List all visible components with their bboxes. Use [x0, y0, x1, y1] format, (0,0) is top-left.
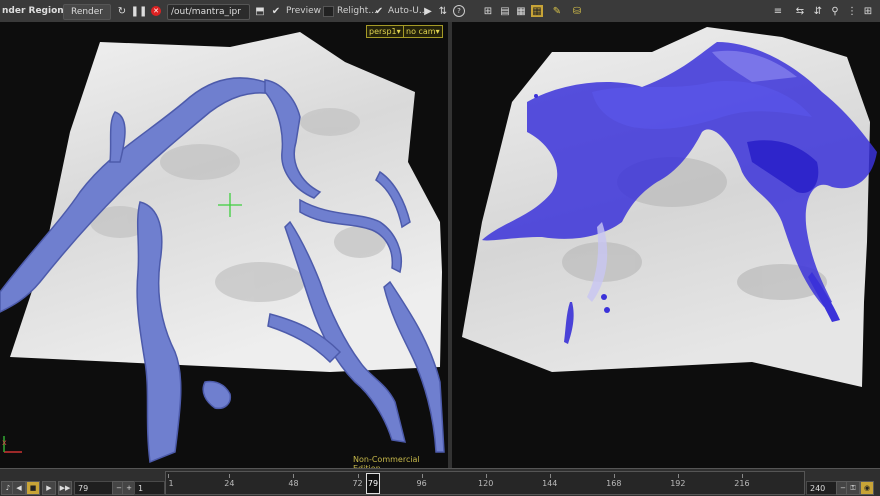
cam-menu[interactable]: no cam▾: [403, 25, 443, 38]
right-viewport[interactable]: [452, 22, 880, 468]
output-path-field[interactable]: /out/mantra_ipr: [167, 4, 250, 20]
timeline-tick-label: 96: [416, 479, 427, 488]
start-frame-field[interactable]: 1: [134, 481, 165, 495]
timeline-tick-label: 144: [542, 479, 558, 488]
timeline-tick-label: 1: [168, 479, 174, 488]
render-button[interactable]: Render: [63, 4, 111, 20]
snapshot-icon[interactable]: ⬒: [254, 5, 266, 17]
help-icon[interactable]: ?: [453, 5, 465, 17]
autoupdate-check-icon[interactable]: ✔: [373, 5, 385, 17]
step-back-icon[interactable]: ◀: [12, 481, 26, 495]
end-frame-field[interactable]: 240: [806, 481, 837, 495]
play-icon[interactable]: ▶: [42, 481, 56, 495]
timeline-tick-mark: [741, 474, 743, 478]
timeline-tick-label: 24: [224, 479, 235, 488]
menu-icon[interactable]: ≡: [772, 5, 784, 17]
timeline-tick-mark: [613, 474, 615, 478]
timeline-tick-label: 168: [606, 479, 622, 488]
timeline-tick-mark: [229, 474, 231, 478]
timeline-tick-label: 216: [734, 479, 750, 488]
timeline-tick-mark: [677, 474, 679, 478]
stop-icon[interactable]: ✕: [150, 5, 162, 17]
timeline-bar: ♪ ◀ ■ ▶ ▶▶ 79 − + 1 1 24 48 72 96 120 144 168 19…: [0, 468, 880, 496]
sort-icon[interactable]: ⇅: [437, 5, 449, 17]
timeline-tick-label: 48: [288, 479, 299, 488]
right-render-canvas: [462, 27, 877, 387]
left-viewport[interactable]: persp1▾ no cam▾ x Non-Commercial Edition: [0, 22, 448, 468]
options-icon[interactable]: ⋮: [846, 5, 858, 17]
sort-az-icon[interactable]: ⇵: [812, 5, 824, 17]
timeline-tick-mark: [421, 474, 423, 478]
pause-icon[interactable]: ❚❚: [131, 5, 148, 17]
grid-options-icon[interactable]: ⊞: [862, 5, 874, 17]
list-icon[interactable]: ▤: [499, 5, 511, 17]
filter-icon[interactable]: ⚲: [829, 5, 841, 17]
grid-icon[interactable]: ▦: [515, 5, 527, 17]
hierarchy-icon[interactable]: ⊞: [482, 5, 494, 17]
timeline-tick-label: 72: [352, 479, 363, 488]
storage-icon[interactable]: ⛁: [571, 5, 583, 17]
timeline-track[interactable]: 1 24 48 72 96 120 144 168 192 216 79: [165, 471, 805, 495]
refresh-icon[interactable]: ↻: [116, 5, 128, 17]
key-icon[interactable]: ⚿: [846, 481, 860, 495]
left-render-canvas: [0, 32, 445, 464]
axis-x-label: x: [2, 438, 7, 447]
tile-view-icon[interactable]: ▦: [531, 5, 543, 17]
relight-label[interactable]: Relight...: [337, 0, 377, 22]
current-frame-field[interactable]: 79: [74, 481, 115, 495]
toolbar: nder Region Render ↻ ❚❚ ✕ /out/mantra_ip…: [0, 0, 880, 23]
realtime-icon[interactable]: ◉: [860, 481, 874, 495]
relight-checkbox-icon[interactable]: [322, 5, 334, 17]
timeline-tick-label: 120: [478, 479, 494, 488]
timeline-tick-mark: [485, 474, 487, 478]
frame-marker[interactable]: 79: [366, 473, 380, 494]
step-forward-icon[interactable]: ▶▶: [58, 481, 72, 495]
arrows-icon[interactable]: ⇆: [794, 5, 806, 17]
timeline-tick-label: 192: [670, 479, 686, 488]
render-region-label: nder Region: [2, 6, 64, 16]
stop-playback-icon[interactable]: ■: [26, 481, 40, 495]
preview-check-icon[interactable]: ✔: [270, 5, 282, 17]
note-icon[interactable]: ✎: [551, 5, 563, 17]
play-arrow-icon[interactable]: ▶: [422, 5, 434, 17]
watermark-label: Non-Commercial Edition: [353, 455, 420, 468]
preview-label[interactable]: Preview: [286, 0, 321, 22]
timeline-tick-mark: [168, 474, 169, 478]
timeline-tick-mark: [293, 474, 295, 478]
camera-menu[interactable]: persp1▾: [366, 25, 404, 38]
timeline-tick-mark: [549, 474, 551, 478]
timeline-tick-mark: [357, 474, 359, 478]
